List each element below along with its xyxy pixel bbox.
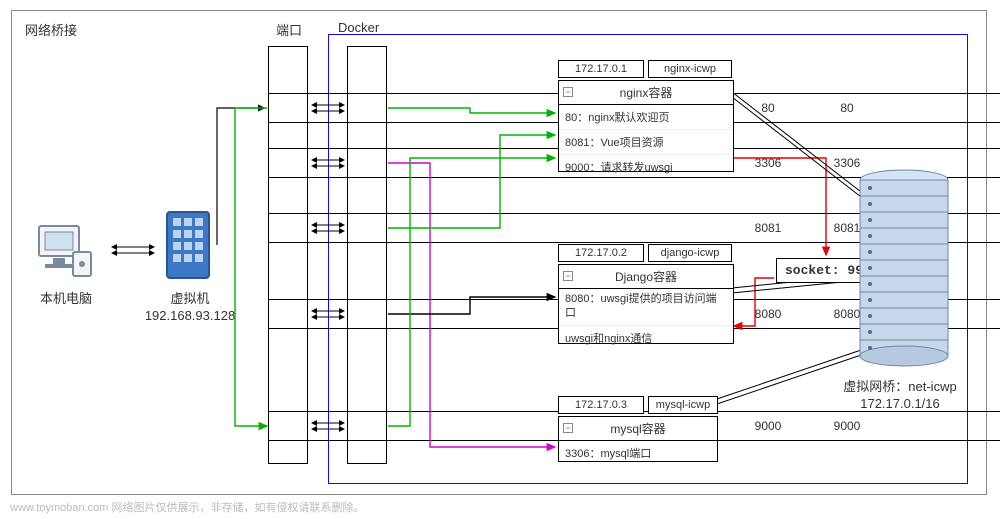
django-line-8080: 8080：uwsgi提供的项目访问端口 bbox=[559, 289, 733, 326]
nginx-line-80: 80：nginx默认欢迎页 bbox=[559, 105, 733, 130]
arrow-port-8080 bbox=[309, 306, 347, 322]
label-vbridge-cidr: 172.17.0.1/16 bbox=[830, 396, 970, 411]
mysql-ip: 172.17.0.3 bbox=[558, 396, 644, 414]
label-docker: Docker bbox=[338, 20, 379, 35]
arrow-port-8081 bbox=[309, 220, 347, 236]
arrow-port-9000 bbox=[309, 418, 347, 434]
pc-icon bbox=[35, 222, 95, 285]
label-local-pc: 本机电脑 bbox=[28, 288, 104, 307]
watermark: www.toymoban.com 网络图片仅供展示，非存储，如有侵权请联系删除。 bbox=[10, 499, 364, 515]
label-vbridge: 虚拟网桥：net-icwp bbox=[830, 376, 970, 395]
label-vm: 虚拟机 bbox=[163, 288, 217, 307]
nginx-line-8081: 8081：Vue项目资源 bbox=[559, 130, 733, 155]
building-icon bbox=[165, 210, 211, 283]
collapse-icon: − bbox=[563, 423, 573, 433]
collapse-icon: − bbox=[563, 271, 573, 281]
mysql-container: − mysql容器 3306：mysql端口 bbox=[558, 416, 718, 462]
label-bridge: 网络桥接 bbox=[25, 20, 77, 39]
nginx-title: nginx容器 bbox=[620, 86, 673, 100]
collapse-icon: − bbox=[563, 87, 573, 97]
label-vm-ip: 192.168.93.128 bbox=[140, 308, 240, 323]
nginx-ip: 172.17.0.1 bbox=[558, 60, 644, 78]
nginx-line-9000: 9000：请求转发uwsgi bbox=[559, 155, 733, 179]
django-container: −Django容器 8080：uwsgi提供的项目访问端口 uwsgi和ngin… bbox=[558, 264, 734, 344]
nginx-container: −nginx容器 80：nginx默认欢迎页 8081：Vue项目资源 9000… bbox=[558, 80, 734, 172]
mysql-name: mysql-icwp bbox=[648, 396, 718, 414]
django-ip: 172.17.0.2 bbox=[558, 244, 644, 262]
arrow-port-80 bbox=[309, 100, 347, 116]
mysql-line-3306: 3306：mysql端口 bbox=[559, 441, 717, 465]
django-name: django-icwp bbox=[648, 244, 732, 262]
server-stack-icon bbox=[856, 168, 952, 371]
arrow-port-3306 bbox=[309, 155, 347, 171]
django-line-uwsgi: uwsgi和nginx通信 bbox=[559, 326, 733, 350]
mysql-title: mysql容器 bbox=[610, 422, 665, 436]
arrow-pc-vm bbox=[108, 242, 158, 258]
nginx-name: nginx-icwp bbox=[648, 60, 732, 78]
django-title: Django容器 bbox=[615, 270, 677, 284]
label-ports: 端口 bbox=[276, 20, 302, 39]
